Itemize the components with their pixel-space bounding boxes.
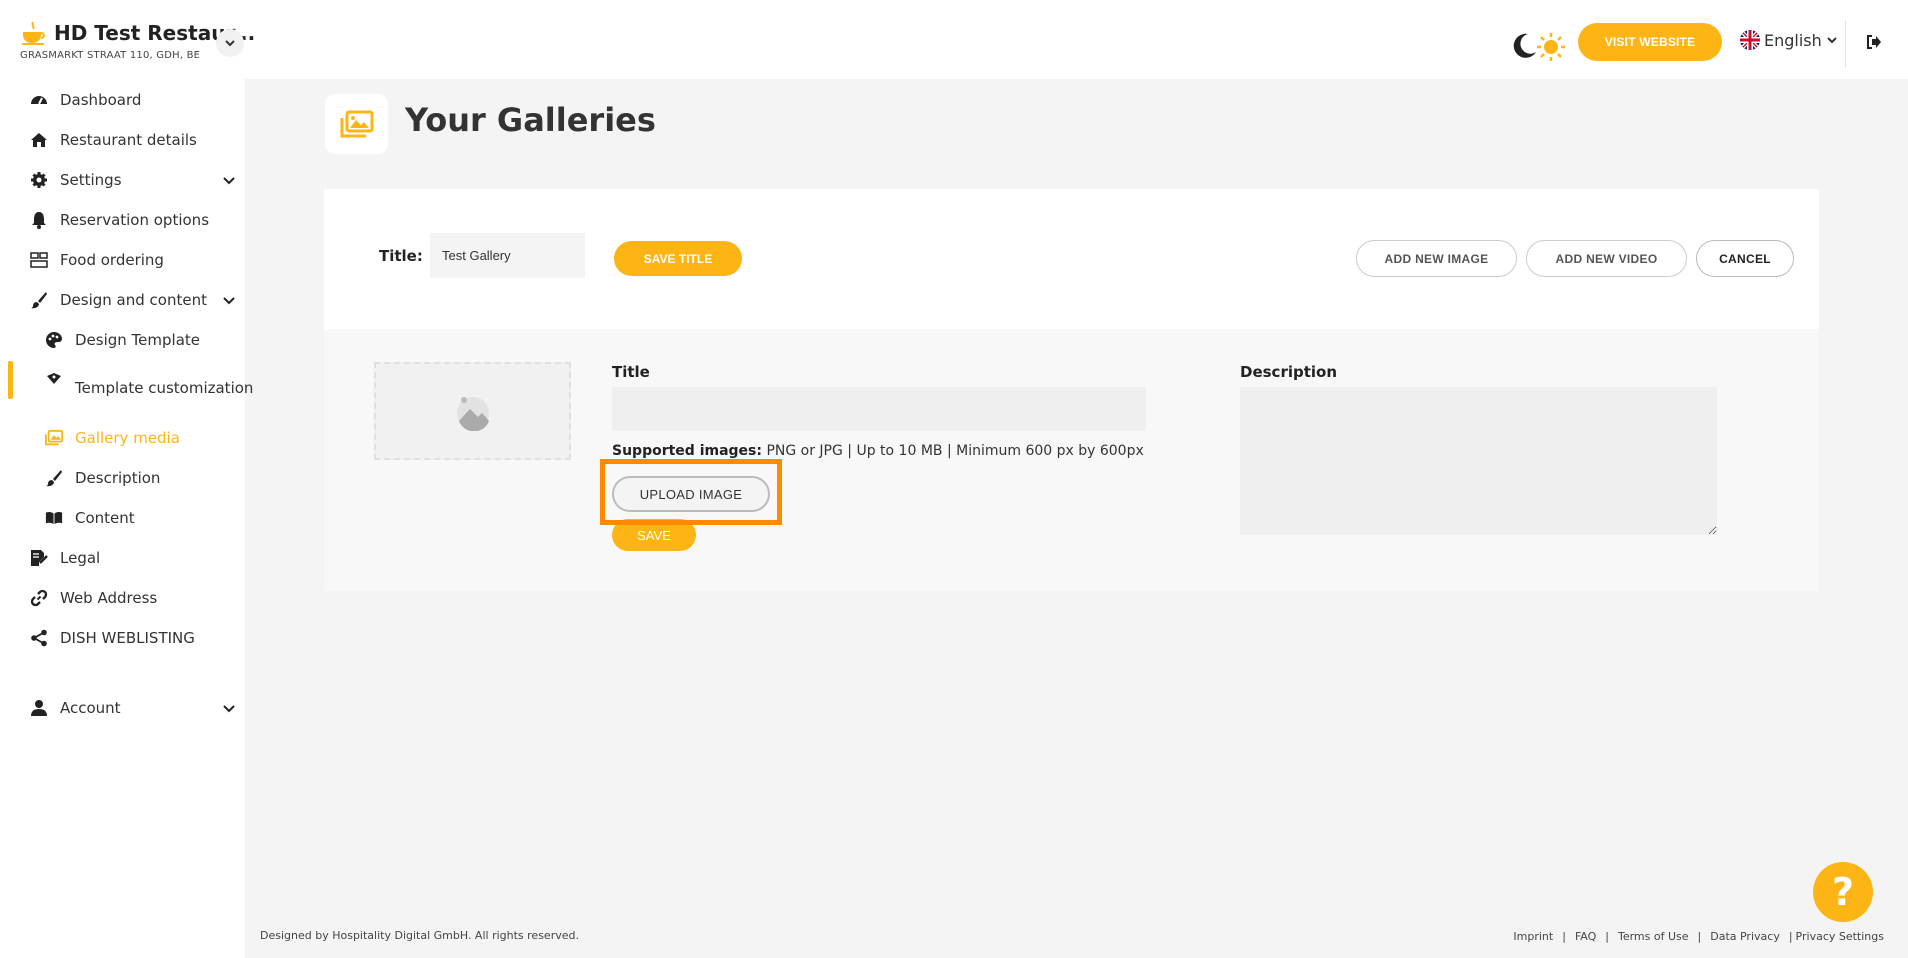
sidebar-item-reservation-options[interactable]: Reservation options — [0, 202, 245, 238]
footer-separator: | — [1697, 930, 1702, 943]
images-icon — [340, 110, 373, 138]
image-preview-placeholder[interactable] — [374, 362, 571, 460]
images-icon — [45, 429, 63, 447]
footer-separator: | — [1788, 930, 1793, 943]
image-title-input[interactable] — [612, 387, 1146, 431]
food-ordering-icon — [30, 251, 48, 269]
supported-images-text: PNG or JPG | Up to 10 MB | Minimum 600 p… — [766, 443, 1144, 459]
sidebar-item-label: Reservation options — [60, 211, 210, 229]
book-icon — [45, 509, 63, 527]
sidebar-item-label: Dashboard — [60, 91, 142, 109]
sidebar-item-label: Template customization — [75, 379, 254, 397]
gallery-title-input[interactable] — [430, 233, 585, 278]
supported-images-note: Supported images: PNG or JPG | Up to 10 … — [612, 443, 1144, 459]
sidebar-item-label: Food ordering — [60, 251, 164, 269]
cancel-button[interactable]: CANCEL — [1696, 240, 1794, 277]
sidebar-item-label: Settings — [60, 171, 122, 189]
sidebar-item-restaurant-details[interactable]: Restaurant details — [0, 122, 245, 158]
pen-icon — [45, 469, 63, 487]
chevron-down-icon — [225, 40, 235, 47]
customization-icon — [45, 370, 63, 388]
page-title: Your Galleries — [405, 101, 656, 139]
restaurant-switcher-button[interactable] — [216, 29, 244, 57]
language-selector[interactable]: English — [1740, 30, 1838, 50]
footer-link-imprint[interactable]: Imprint — [1513, 930, 1553, 943]
sidebar-item-label: Content — [75, 509, 135, 527]
save-title-button[interactable]: SAVE TITLE — [614, 241, 742, 276]
footer-separator: | — [1605, 930, 1609, 943]
sidebar: Dashboard Restaurant details Settings Re… — [0, 79, 254, 958]
chevron-down-icon — [1827, 37, 1837, 44]
sidebar-item-label: DISH WEBLISTING — [60, 629, 195, 647]
footer-link-data-privacy[interactable]: Data Privacy — [1710, 930, 1780, 943]
visit-website-button[interactable]: VISIT WEBSITE — [1578, 23, 1722, 61]
sidebar-item-settings[interactable]: Settings — [0, 162, 245, 198]
chevron-down-icon — [223, 297, 235, 305]
coffee-cup-icon — [22, 21, 45, 45]
user-icon — [30, 699, 48, 717]
footer-links: Imprint | FAQ | Terms of Use | Data Priv… — [1504, 930, 1884, 943]
sidebar-item-gallery-media[interactable]: Gallery media — [0, 420, 245, 456]
brush-icon — [30, 291, 48, 309]
sun-icon — [1537, 33, 1565, 61]
footer-copyright: Designed by Hospitality Digital GmbH. Al… — [260, 929, 579, 942]
image-placeholder-icon — [456, 397, 489, 431]
sidebar-item-label: Design and content — [60, 291, 207, 309]
sidebar-item-food-ordering[interactable]: Food ordering — [0, 242, 245, 278]
sidebar-item-label: Legal — [60, 549, 101, 567]
question-mark-icon: ? — [1831, 870, 1855, 914]
home-icon — [30, 131, 48, 149]
page-gallery-icon-tile — [325, 94, 388, 154]
footer-link-faq[interactable]: FAQ — [1575, 930, 1596, 943]
share-icon — [30, 629, 48, 647]
help-button[interactable]: ? — [1813, 862, 1873, 922]
footer-link-terms[interactable]: Terms of Use — [1618, 930, 1689, 943]
legal-icon — [30, 549, 48, 567]
language-label: English — [1764, 30, 1822, 50]
header-divider — [1845, 20, 1846, 68]
sidebar-item-legal[interactable]: Legal — [0, 540, 245, 576]
chevron-down-icon — [223, 177, 235, 185]
dashboard-icon — [30, 91, 48, 109]
image-title-label: Title — [612, 363, 650, 381]
sidebar-item-design-template[interactable]: Design Template — [0, 322, 245, 358]
top-header: HD Test Restaur... GRASMARKT STRAAT 110,… — [0, 0, 1908, 79]
sidebar-item-web-address[interactable]: Web Address — [0, 580, 245, 616]
link-icon — [30, 589, 48, 607]
add-new-video-button[interactable]: ADD NEW VIDEO — [1526, 240, 1687, 277]
sidebar-item-description[interactable]: Description — [0, 460, 245, 496]
footer-separator: | — [1562, 930, 1566, 943]
palette-icon — [45, 331, 63, 349]
sidebar-item-label: Restaurant details — [60, 131, 197, 149]
sidebar-item-label: Description — [75, 469, 161, 487]
sidebar-item-account[interactable]: Account — [0, 690, 245, 726]
sidebar-item-design-and-content[interactable]: Design and content — [0, 282, 245, 318]
sidebar-item-template-customization[interactable]: Template customization — [0, 362, 254, 414]
logout-button[interactable] — [1860, 28, 1888, 56]
sidebar-item-label: Account — [60, 699, 121, 717]
gear-icon — [30, 171, 48, 189]
add-new-image-button[interactable]: ADD NEW IMAGE — [1356, 240, 1517, 277]
image-description-label: Description — [1240, 363, 1338, 381]
sidebar-item-content[interactable]: Content — [0, 500, 245, 536]
sidebar-item-label: Gallery media — [75, 429, 180, 447]
image-description-textarea[interactable] — [1240, 387, 1717, 535]
sidebar-item-dish-weblisting[interactable]: DISH WEBLISTING — [0, 620, 245, 656]
supported-images-label: Supported images: — [612, 443, 762, 459]
upload-image-button[interactable]: UPLOAD IMAGE — [612, 476, 770, 512]
sidebar-item-label: Design Template — [75, 331, 201, 349]
sidebar-item-dashboard[interactable]: Dashboard — [0, 82, 245, 118]
sidebar-item-label: Web Address — [60, 589, 158, 607]
footer-link-privacy-settings[interactable]: Privacy Settings — [1796, 930, 1884, 943]
uk-flag-icon — [1740, 30, 1760, 50]
bell-icon — [30, 211, 48, 229]
chevron-down-icon — [223, 705, 235, 713]
gallery-title-label: Title: — [379, 247, 423, 265]
theme-toggle[interactable] — [1508, 30, 1568, 62]
logout-icon — [1867, 35, 1881, 49]
